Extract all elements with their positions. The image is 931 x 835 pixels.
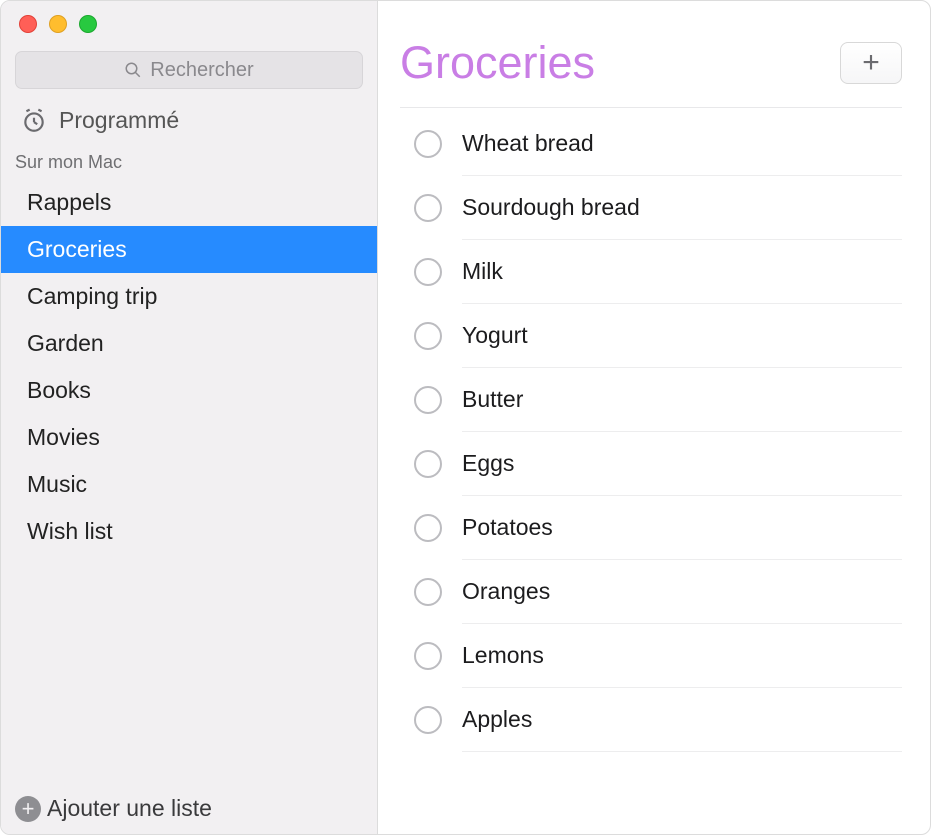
- sidebar-item-groceries[interactable]: Groceries: [1, 226, 377, 273]
- list-title: Groceries: [400, 37, 595, 89]
- sidebar-item-rappels[interactable]: Rappels: [1, 179, 377, 226]
- reminder-row[interactable]: Yogurt: [400, 304, 902, 368]
- reminder-row[interactable]: Wheat bread: [400, 112, 902, 176]
- minimize-button[interactable]: [49, 15, 67, 33]
- close-button[interactable]: [19, 15, 37, 33]
- reminder-row[interactable]: Potatoes: [400, 496, 902, 560]
- search-input[interactable]: Rechercher: [15, 51, 363, 89]
- sidebar-lists: Rappels Groceries Camping trip Garden Bo…: [1, 179, 377, 555]
- main-header: Groceries +: [400, 1, 902, 107]
- reminders-list: Wheat bread Sourdough bread Milk Yogurt …: [400, 112, 902, 752]
- main-panel: Groceries + Wheat bread Sourdough bread …: [378, 1, 930, 834]
- sidebar-item-wish-list[interactable]: Wish list: [1, 508, 377, 555]
- search-wrap: Rechercher: [15, 51, 363, 89]
- plus-icon: +: [862, 46, 880, 80]
- search-icon: [124, 61, 142, 79]
- reminders-window: Rechercher Programmé Sur mon Mac Rappels…: [0, 0, 931, 835]
- add-list-button[interactable]: + Ajouter une liste: [1, 783, 377, 834]
- sidebar-item-music[interactable]: Music: [1, 461, 377, 508]
- sidebar: Rechercher Programmé Sur mon Mac Rappels…: [1, 1, 378, 834]
- reminder-checkbox[interactable]: [414, 258, 442, 286]
- reminder-text[interactable]: Lemons: [462, 642, 902, 688]
- search-placeholder: Rechercher: [150, 59, 253, 82]
- reminder-text[interactable]: Milk: [462, 258, 902, 304]
- sidebar-item-books[interactable]: Books: [1, 367, 377, 414]
- sidebar-section-header: Sur mon Mac: [1, 148, 377, 179]
- clock-icon: [21, 108, 47, 134]
- reminder-row[interactable]: Milk: [400, 240, 902, 304]
- reminder-text[interactable]: Potatoes: [462, 514, 902, 560]
- reminder-checkbox[interactable]: [414, 514, 442, 542]
- reminder-text[interactable]: Sourdough bread: [462, 194, 902, 240]
- window-controls: [1, 1, 377, 43]
- reminder-text[interactable]: Apples: [462, 706, 902, 752]
- reminder-text[interactable]: Yogurt: [462, 322, 902, 368]
- reminder-checkbox[interactable]: [414, 194, 442, 222]
- reminder-checkbox[interactable]: [414, 450, 442, 478]
- reminder-checkbox[interactable]: [414, 642, 442, 670]
- plus-circle-icon: +: [15, 796, 41, 822]
- reminder-text[interactable]: Oranges: [462, 578, 902, 624]
- reminder-row[interactable]: Butter: [400, 368, 902, 432]
- reminder-text[interactable]: Wheat bread: [462, 130, 902, 176]
- reminder-text[interactable]: Eggs: [462, 450, 902, 496]
- reminder-checkbox[interactable]: [414, 706, 442, 734]
- add-reminder-button[interactable]: +: [840, 42, 902, 84]
- divider: [400, 107, 902, 108]
- reminder-row[interactable]: Sourdough bread: [400, 176, 902, 240]
- reminder-row[interactable]: Oranges: [400, 560, 902, 624]
- reminder-row[interactable]: Apples: [400, 688, 902, 752]
- reminder-row[interactable]: Lemons: [400, 624, 902, 688]
- reminder-checkbox[interactable]: [414, 386, 442, 414]
- reminder-text[interactable]: Butter: [462, 386, 902, 432]
- sidebar-item-garden[interactable]: Garden: [1, 320, 377, 367]
- maximize-button[interactable]: [79, 15, 97, 33]
- sidebar-item-camping-trip[interactable]: Camping trip: [1, 273, 377, 320]
- sidebar-item-movies[interactable]: Movies: [1, 414, 377, 461]
- sidebar-scheduled[interactable]: Programmé: [1, 103, 377, 148]
- add-list-label: Ajouter une liste: [47, 795, 212, 822]
- reminder-checkbox[interactable]: [414, 322, 442, 350]
- reminder-checkbox[interactable]: [414, 130, 442, 158]
- reminder-row[interactable]: Eggs: [400, 432, 902, 496]
- scheduled-label: Programmé: [59, 107, 179, 134]
- reminder-checkbox[interactable]: [414, 578, 442, 606]
